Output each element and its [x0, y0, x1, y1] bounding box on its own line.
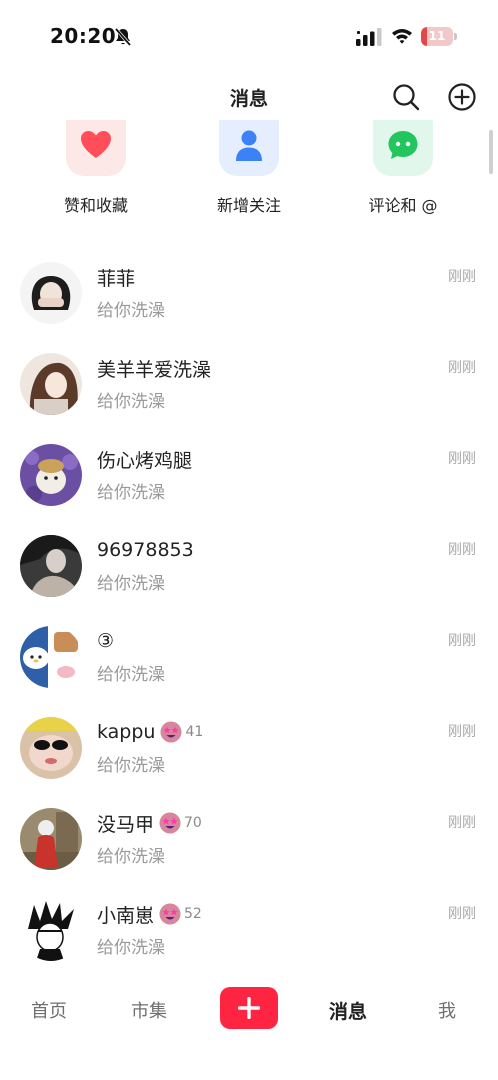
message-time: 刚刚	[448, 906, 476, 922]
name-row: 伤心烤鸡腿	[97, 446, 192, 472]
contact-name: 没马甲	[97, 813, 155, 836]
message-preview: 给你洗澡	[97, 756, 165, 776]
message-time: 刚刚	[448, 269, 476, 285]
message-item[interactable]: 小南崽 52 给你洗澡 刚刚	[0, 885, 498, 976]
new-followers-button[interactable]: 新增关注	[184, 120, 314, 220]
plus-circle-icon	[448, 83, 476, 111]
name-row: ③	[97, 628, 114, 654]
publish-button[interactable]	[220, 987, 278, 1029]
name-row: 没马甲 70	[97, 810, 202, 836]
message-item[interactable]: 菲菲 给你洗澡 刚刚	[0, 248, 498, 339]
star-eyes-emoji-icon	[159, 903, 181, 925]
avatar[interactable]	[20, 353, 82, 415]
contact-name: 菲菲	[97, 267, 136, 290]
page-title: 消息	[229, 88, 268, 110]
status-bar: 20:20 11	[0, 0, 498, 72]
contact-name: 美羊羊爱洗澡	[97, 358, 212, 381]
followers-tile	[219, 120, 279, 176]
likes-label: 赞和收藏	[63, 196, 128, 215]
message-time: 刚刚	[448, 542, 476, 558]
nav-market[interactable]: 市集	[114, 997, 184, 1023]
chat-bubble-icon	[388, 131, 418, 159]
nav-home[interactable]: 首页	[14, 997, 84, 1023]
message-item[interactable]: 96978853 给你洗澡 刚刚	[0, 521, 498, 612]
comments-label: 评论和 @	[368, 196, 438, 215]
contact-name: ③	[97, 630, 115, 652]
bottom-nav: 首页 市集 消息 我	[0, 975, 498, 1080]
likes-and-favorites-button[interactable]: 赞和收藏	[31, 120, 161, 220]
message-preview: 给你洗澡	[97, 938, 165, 958]
message-item[interactable]: ③ 给你洗澡 刚刚	[0, 612, 498, 703]
message-item[interactable]: kappu 41 给你洗澡 刚刚	[0, 703, 498, 794]
message-item[interactable]: 伤心烤鸡腿 给你洗澡 刚刚	[0, 430, 498, 521]
level-badge: 41	[159, 720, 203, 744]
avatar[interactable]	[20, 626, 82, 688]
contact-name: kappu	[97, 721, 156, 743]
message-preview: 给你洗澡	[97, 847, 165, 867]
name-row: 菲菲	[97, 264, 135, 290]
level-badge: 52	[158, 902, 202, 926]
avatar[interactable]	[20, 535, 82, 597]
message-preview: 给你洗澡	[97, 483, 165, 503]
avatar[interactable]	[20, 444, 82, 506]
heart-icon	[81, 131, 111, 158]
plus-icon	[238, 997, 260, 1019]
message-time: 刚刚	[448, 815, 476, 831]
followers-label: 新增关注	[216, 196, 281, 215]
name-row: 96978853	[97, 537, 194, 563]
level-number: 41	[185, 724, 204, 740]
battery-level: 11	[428, 29, 446, 43]
avatar[interactable]	[20, 899, 82, 961]
message-time: 刚刚	[448, 724, 476, 740]
scrollbar[interactable]	[489, 130, 493, 174]
level-badge: 70	[158, 811, 202, 835]
avatar[interactable]	[20, 808, 82, 870]
level-number: 52	[184, 906, 202, 922]
avatar[interactable]	[20, 717, 82, 779]
message-time: 刚刚	[448, 633, 476, 649]
message-preview: 给你洗澡	[97, 665, 165, 685]
star-eyes-emoji-icon	[160, 721, 182, 743]
bell-muted-icon	[114, 27, 132, 47]
level-number: 70	[184, 815, 202, 831]
name-row: kappu 41	[97, 719, 203, 745]
name-row: 美羊羊爱洗澡	[97, 355, 211, 381]
comments-and-mentions-button[interactable]: 评论和 @	[338, 120, 468, 220]
nav-messages[interactable]: 消息	[313, 997, 383, 1024]
star-eyes-emoji-icon	[159, 812, 181, 834]
nav-me[interactable]: 我	[412, 997, 482, 1023]
message-list: 菲菲 给你洗澡 刚刚 美羊羊爱洗澡 给你洗澡 刚刚 伤心烤鸡腿 给你洗澡 刚刚 …	[0, 248, 498, 976]
message-item[interactable]: 美羊羊爱洗澡 给你洗澡 刚刚	[0, 339, 498, 430]
likes-tile	[66, 120, 126, 176]
name-row: 小南崽 52	[97, 901, 202, 927]
comments-tile	[373, 120, 433, 176]
search-button[interactable]	[390, 81, 422, 113]
message-time: 刚刚	[448, 360, 476, 376]
signal-icon	[356, 28, 382, 46]
message-item[interactable]: 没马甲 70 给你洗澡 刚刚	[0, 794, 498, 885]
search-icon	[393, 84, 420, 111]
battery-icon: 11	[421, 27, 457, 46]
contact-name: 伤心烤鸡腿	[97, 449, 193, 472]
wifi-icon	[392, 29, 412, 44]
avatar[interactable]	[20, 262, 82, 324]
message-preview: 给你洗澡	[97, 301, 165, 321]
person-icon	[236, 130, 262, 161]
message-preview: 给你洗澡	[97, 574, 165, 594]
message-preview: 给你洗澡	[97, 392, 165, 412]
status-time: 20:20	[50, 24, 117, 48]
add-button[interactable]	[446, 81, 478, 113]
message-time: 刚刚	[448, 451, 476, 467]
contact-name: 96978853	[97, 539, 194, 561]
contact-name: 小南崽	[97, 904, 155, 927]
